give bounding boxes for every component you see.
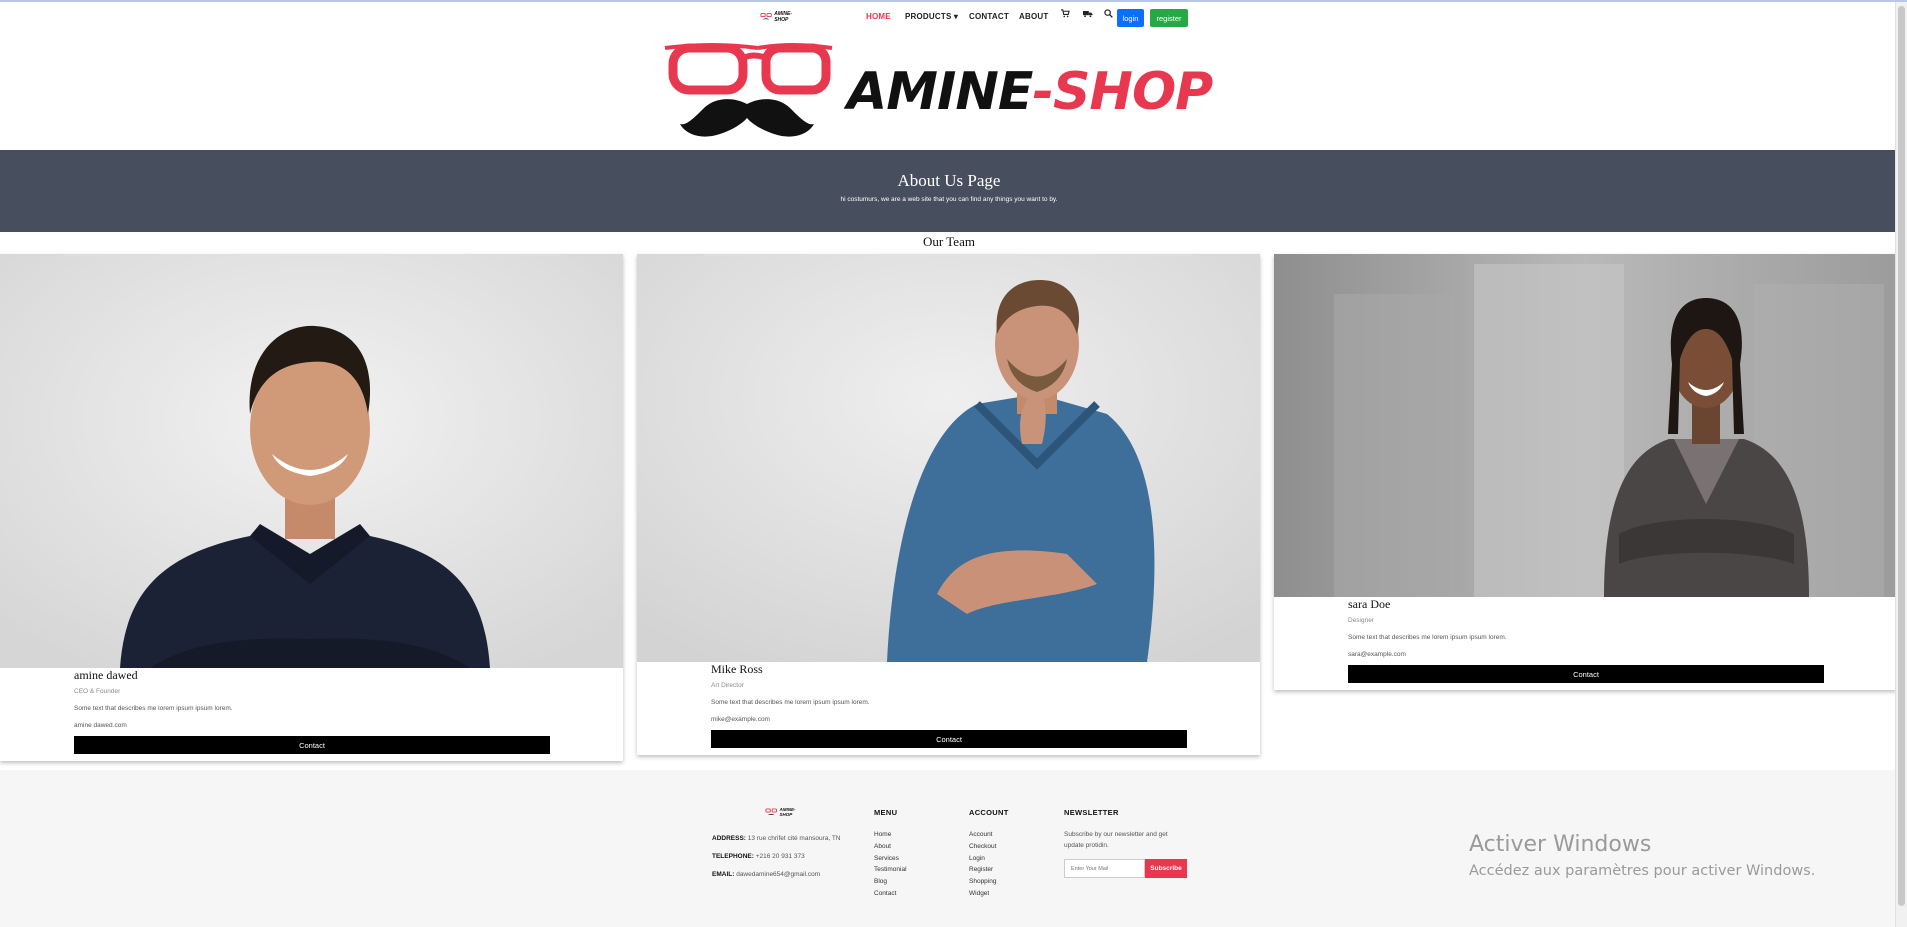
team-member-description: Some text that describes me lorem ipsum … — [74, 705, 233, 712]
team-member-photo — [637, 254, 1260, 662]
page-title: About Us Page — [897, 171, 1001, 190]
cart-icon[interactable] — [1061, 9, 1070, 21]
search-icon[interactable] — [1104, 9, 1113, 21]
footer-logo[interactable]: AMINE-SHOP — [765, 806, 807, 818]
login-button[interactable]: login — [1117, 9, 1144, 27]
newsletter-text: Subscribe by our newsletter and get upda… — [1064, 831, 1168, 849]
team-member-role: CEO & Founder — [74, 688, 121, 695]
top-navbar: AMINE-SHOP HOME PRODUCTS ▾ CONTACT ABOUT… — [0, 2, 1895, 32]
footer-account-link[interactable]: Login — [969, 853, 1009, 865]
nav-products-dropdown[interactable]: PRODUCTS ▾ — [905, 12, 958, 21]
footer-menu-title: MENU — [874, 808, 898, 817]
footer-menu-link[interactable]: Services — [874, 853, 907, 865]
email-label: EMAIL: — [712, 871, 735, 878]
navbar-logo-text: AMINE-SHOP — [774, 11, 792, 23]
hero-brand-part2: -SHOP — [1032, 62, 1213, 122]
team-member-description: Some text that describes me lorem ipsum … — [1348, 634, 1507, 641]
watermark-subtitle: Accédez aux paramètres pour activer Wind… — [1469, 863, 1816, 879]
windows-activation-watermark: Activer Windows Accédez aux paramètres p… — [1469, 832, 1815, 879]
telephone-label: TELEPHONE: — [712, 853, 754, 860]
nav-contact-link[interactable]: CONTACT — [969, 12, 1009, 21]
footer-logo-text: AMINE-SHOP — [779, 807, 796, 817]
footer-account-link[interactable]: Checkout — [969, 841, 1009, 853]
register-button[interactable]: register — [1150, 9, 1188, 27]
team-card: Mike Ross Art Director Some text that de… — [637, 254, 1260, 755]
footer-account-column: ACCOUNT Account Checkout Login Register … — [969, 808, 1009, 900]
team-member-email: amine dawed.com — [74, 722, 127, 729]
hero-brand-word: AMINE-SHOP — [847, 62, 1213, 122]
team-card: sara Doe Designer Some text that describ… — [1274, 254, 1896, 690]
footer-contact-info: ADDRESS: 13 rue chrifet cité mansoura, T… — [712, 830, 841, 884]
hero-brand-logo: AMINE-SHOP — [662, 40, 1213, 145]
team-member-role: Designer — [1348, 617, 1375, 624]
page-subtitle: hi costumurs, we are a web site that you… — [840, 196, 1058, 203]
team-member-email: mike@example.com — [711, 716, 770, 723]
watermark-title: Activer Windows — [1469, 832, 1652, 857]
footer-menu-column: MENU Home About Services Testimonial Blo… — [874, 808, 907, 900]
scrollbar-thumb[interactable] — [1898, 6, 1905, 906]
team-heading: Our Team — [923, 234, 975, 249]
navbar-logo[interactable]: AMINE-SHOP — [760, 10, 802, 24]
subscribe-button[interactable]: Subscribe — [1145, 859, 1187, 878]
contact-button[interactable]: Contact — [1348, 665, 1824, 683]
delivery-truck-icon[interactable] — [1083, 9, 1093, 21]
page-scrollbar[interactable] — [1895, 2, 1907, 927]
contact-button[interactable]: Contact — [74, 736, 550, 754]
footer-menu-link[interactable]: About — [874, 841, 907, 853]
footer-account-link[interactable]: Register — [969, 864, 1009, 876]
footer-account-link[interactable]: Shopping — [969, 876, 1009, 888]
team-member-photo — [0, 254, 623, 668]
nav-about-link[interactable]: ABOUT — [1019, 12, 1048, 21]
email-value: dawedamine654@gmail.com — [736, 871, 821, 878]
glasses-mustache-icon — [760, 13, 772, 20]
team-member-role: Art Director — [711, 682, 744, 689]
team-member-name: Mike Ross — [711, 662, 763, 676]
contact-button[interactable]: Contact — [711, 730, 1187, 748]
team-member-photo — [1274, 254, 1896, 597]
footer-menu-link[interactable]: Testimonial — [874, 864, 907, 876]
footer-menu-link[interactable]: Home — [874, 829, 907, 841]
glasses-mustache-logo-icon — [664, 43, 833, 137]
footer-menu-link[interactable]: Contact — [874, 888, 907, 900]
glasses-mustache-icon — [765, 807, 778, 815]
footer-account-link[interactable]: Account — [969, 829, 1009, 841]
about-banner: About Us Page hi costumurs, we are a web… — [0, 150, 1898, 232]
hero-brand-part1: AMINE — [847, 62, 1033, 122]
team-member-email: sara@example.com — [1348, 651, 1406, 658]
footer-newsletter-title: NEWSLETTER — [1064, 808, 1119, 817]
nav-home-link[interactable]: HOME — [866, 12, 891, 21]
address-label: ADDRESS: — [712, 835, 746, 842]
newsletter-email-input[interactable] — [1064, 859, 1145, 878]
footer-menu-link[interactable]: Blog — [874, 876, 907, 888]
team-member-name: sara Doe — [1348, 597, 1391, 611]
telephone-value: +216 20 931 373 — [755, 853, 805, 860]
footer-newsletter-column: NEWSLETTER Subscribe by our newsletter a… — [1064, 808, 1187, 878]
team-card: amine dawed CEO & Founder Some text that… — [0, 254, 623, 761]
team-member-name: amine dawed — [74, 668, 138, 682]
footer-account-title: ACCOUNT — [969, 808, 1009, 817]
footer-account-link[interactable]: Widget — [969, 888, 1009, 900]
team-member-description: Some text that describes me lorem ipsum … — [711, 699, 870, 706]
address-value: 13 rue chrifet cité mansoura, TN — [747, 835, 841, 842]
